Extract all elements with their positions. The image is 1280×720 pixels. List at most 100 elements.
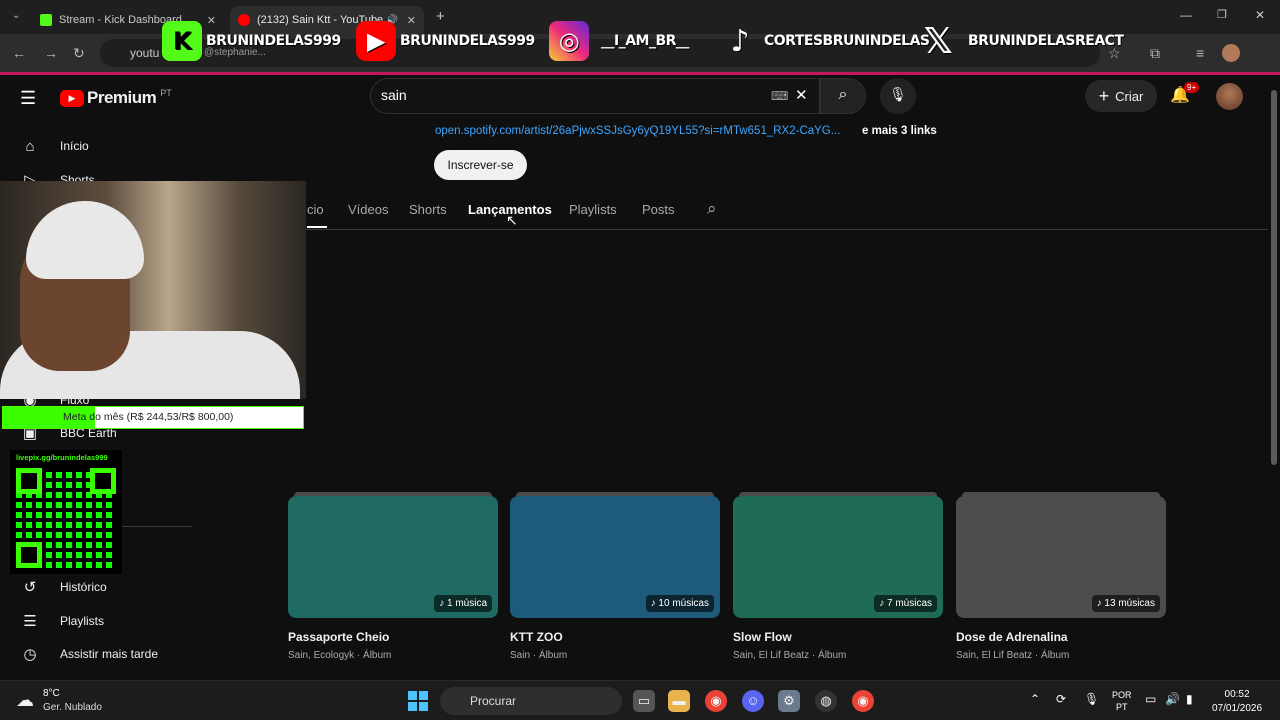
forward-icon[interactable]: → [44, 45, 58, 61]
social-youtube: ▶ BRUNINDELAS999 [356, 20, 535, 62]
weather-icon[interactable]: ☁ [16, 690, 34, 711]
clear-search-icon[interactable]: ✕ [795, 86, 808, 104]
weather-temperature: 8°C [43, 688, 60, 699]
search-input[interactable]: sain [381, 87, 407, 103]
album-card[interactable]: ♪ 1 música Passaporte Cheio Sain, Ecolog… [288, 492, 498, 661]
windows-start-icon[interactable] [408, 691, 428, 711]
chrome-icon[interactable]: ◉ [705, 690, 727, 712]
keyboard-icon[interactable]: ⌨ [771, 89, 788, 103]
create-button[interactable]: + Criar [1085, 80, 1157, 112]
youtube-masthead: ☰ ▶ Premium PT sain ⌨ ✕ ⌕ 🎙 + Criar 🔔 9+ [0, 75, 1268, 119]
minimize-icon[interactable]: — [1180, 8, 1192, 22]
page-scrollbar[interactable] [1268, 75, 1280, 680]
album-title[interactable]: Slow Flow [733, 630, 943, 644]
extensions-icon[interactable]: ⧉ [1150, 45, 1160, 62]
settings-gear-icon[interactable]: ⚙ [778, 690, 800, 712]
volume-icon[interactable]: 🔊 [1165, 692, 1180, 706]
search-button[interactable]: ⌕ [820, 78, 866, 114]
album-subtitle: Sain, El Lif Beatz · Álbum [733, 650, 847, 661]
album-title[interactable]: Passaporte Cheio [288, 630, 498, 644]
tab-list-icon[interactable]: ⌄ [12, 10, 20, 21]
kick-subtext: @stephanie... [204, 47, 266, 58]
tab-playlists[interactable]: Playlists [569, 202, 617, 217]
sidebar-item-home[interactable]: ⌂ Início [0, 129, 200, 163]
media-icon[interactable]: ≡ [1196, 45, 1204, 61]
close-window-icon[interactable]: ✕ [1255, 8, 1265, 22]
task-view-icon[interactable]: ▭ [633, 690, 655, 712]
album-title[interactable]: KTT ZOO [510, 630, 720, 644]
youtube-logo-icon: ▶ [356, 21, 396, 61]
album-card[interactable]: ♪ 10 músicas KTT ZOO Sain · Álbum [510, 492, 720, 661]
taskbar-search-label: Procurar [470, 694, 517, 708]
instagram-handle: __I_AM_BR__ [601, 33, 689, 49]
create-label: Criar [1115, 88, 1144, 104]
sidebar-item-playlists[interactable]: ☰ Playlists [0, 604, 200, 638]
input-language[interactable]: POR PT [1112, 689, 1132, 713]
mouse-cursor-icon: ↖ [506, 212, 518, 228]
clock-time: 00:52 [1224, 689, 1250, 700]
tiktok-logo-icon: ♪ [730, 23, 750, 59]
qr-label: livepix.gg/brunindelas999 [16, 453, 108, 462]
channel-external-link[interactable]: open.spotify.com/artist/26aPjwxSSJsGy6yQ… [435, 125, 840, 137]
profile-avatar[interactable] [1222, 44, 1240, 62]
windows-taskbar: ☁ 8°C Ger. Nublado ⌕ Procurar ▭ ▬ ◉ ☺ ⚙ … [0, 680, 1280, 720]
maximize-icon[interactable]: ❐ [1217, 8, 1227, 21]
taskbar-search-box[interactable]: Procurar [440, 687, 622, 715]
hamburger-menu-icon[interactable]: ☰ [20, 88, 36, 109]
lang-code: POR [1112, 690, 1132, 700]
file-explorer-icon[interactable]: ▬ [668, 690, 690, 712]
album-card[interactable]: ♪ 7 músicas Slow Flow Sain, El Lif Beatz… [733, 492, 943, 661]
sidebar-item-label: Assistir mais tarde [60, 647, 159, 661]
x-logo-icon: 𝕏 [923, 20, 953, 62]
sidebar-item-watch-later[interactable]: ◷ Assistir mais tarde [0, 637, 200, 671]
social-instagram: ◎ __I_AM_BR__ [549, 20, 689, 62]
search-box[interactable]: sain ⌨ ✕ [370, 78, 820, 114]
search-icon: ⌕ [838, 86, 848, 103]
tab-home-partial[interactable]: cio [307, 202, 324, 217]
track-count-badge: ♪ 7 músicas [874, 595, 937, 612]
tray-sync-icon[interactable]: ⟳ [1056, 692, 1066, 706]
battery-icon[interactable]: ▮ [1186, 692, 1193, 706]
album-thumbnail[interactable]: ♪ 1 música [288, 496, 498, 618]
tab-videos[interactable]: Vídeos [348, 202, 388, 217]
track-count-badge: ♪ 10 músicas [645, 595, 714, 612]
discord-icon[interactable]: ☺ [742, 690, 764, 712]
tab-shorts[interactable]: Shorts [409, 202, 447, 217]
album-thumbnail[interactable]: ♪ 10 músicas [510, 496, 720, 618]
clock-date: 07/01/2026 [1212, 703, 1263, 714]
system-clock[interactable]: 00:52 07/01/2026 [1212, 688, 1262, 716]
active-tab-underline [307, 226, 327, 228]
track-count-badge: ♪ 1 música [434, 595, 492, 612]
kick-icon [40, 14, 52, 26]
weather-description: Ger. Nublado [43, 702, 102, 713]
sidebar-item-history[interactable]: ↺ Histórico [0, 570, 200, 604]
voice-search-button[interactable]: 🎙 [880, 78, 916, 114]
tab-posts[interactable]: Posts [642, 202, 675, 217]
x-handle: BRUNINDELASREACT [968, 33, 1124, 49]
tray-mic-icon[interactable]: 🎙 [1084, 692, 1099, 706]
subscribe-button[interactable]: Inscrever-se [434, 150, 527, 180]
album-card[interactable]: ♪ 13 músicas Dose de Adrenalina Sain, El… [956, 492, 1166, 661]
account-avatar[interactable] [1216, 83, 1243, 110]
social-tiktok: ♪ CORTESBRUNINDELAS [720, 20, 930, 62]
chrome-active-icon[interactable]: ◉ [852, 690, 874, 712]
youtube-premium-logo[interactable]: ▶ Premium PT [60, 88, 172, 108]
album-title[interactable]: Dose de Adrenalina [956, 630, 1166, 644]
webcam-person-cap [26, 201, 144, 279]
history-icon: ↺ [23, 579, 37, 596]
album-thumbnail[interactable]: ♪ 13 músicas [956, 496, 1166, 618]
back-icon[interactable]: ← [12, 45, 26, 61]
tray-chevron-icon[interactable]: ⌃ [1030, 692, 1040, 706]
qr-finder [90, 468, 116, 494]
reload-icon[interactable]: ↻ [73, 45, 85, 62]
network-icon[interactable]: ▭ [1145, 692, 1156, 706]
sidebar-item-label: Histórico [60, 580, 107, 594]
album-subtitle: Sain · Álbum [510, 650, 568, 661]
album-subtitle: Sain, Ecologyk · Álbum [288, 650, 392, 661]
more-links-button[interactable]: e mais 3 links [862, 125, 937, 137]
obs-icon[interactable]: ◍ [815, 690, 837, 712]
album-thumbnail[interactable]: ♪ 7 músicas [733, 496, 943, 618]
home-icon: ⌂ [25, 137, 35, 155]
channel-search-icon[interactable]: ⌕ [707, 199, 717, 219]
scrollbar-thumb[interactable] [1271, 90, 1277, 465]
